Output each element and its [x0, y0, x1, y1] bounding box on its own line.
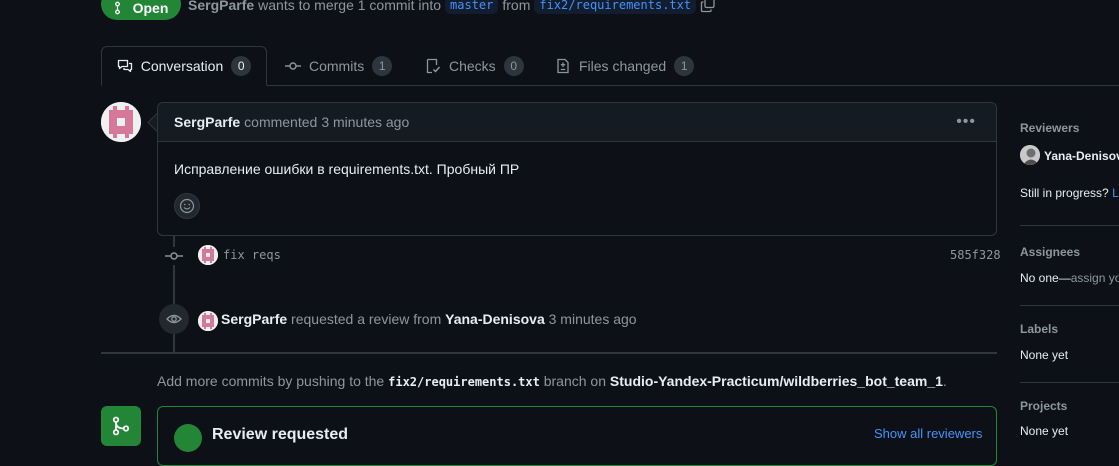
- sidebar-divider: [1020, 225, 1119, 226]
- head-branch[interactable]: fix2/requirements.txt: [534, 0, 697, 14]
- git-commit-icon: [285, 62, 301, 70]
- still-in-progress: Still in progress? Le: [1020, 186, 1119, 200]
- git-merge-icon: [112, 416, 130, 436]
- file-diff-icon: [557, 58, 569, 74]
- merge-status-icon: [101, 406, 141, 446]
- tab-checks-count: 0: [503, 56, 524, 76]
- identicon-image: [198, 245, 218, 265]
- comment-box: SergParfe commented 3 minutes ago ••• Ис…: [157, 102, 997, 236]
- labels-heading[interactable]: Labels: [1020, 322, 1058, 336]
- assign-yourself-link[interactable]: assign yo: [1071, 271, 1119, 285]
- comment-author-link[interactable]: SergParfe: [174, 114, 240, 130]
- comment-options-icon[interactable]: •••: [956, 113, 976, 131]
- reviewer-avatar[interactable]: [1020, 145, 1040, 165]
- comment-action: commented: [244, 114, 318, 130]
- push-hint-branch: fix2/requirements.txt: [388, 375, 540, 389]
- assignees-none: No one—: [1020, 271, 1071, 285]
- review-status-icon: [174, 424, 202, 452]
- tab-conversation-label: Conversation: [140, 58, 224, 74]
- comment-time[interactable]: 3 minutes ago: [321, 114, 409, 130]
- pr-author-link[interactable]: SergParfe: [188, 0, 254, 13]
- sidebar-divider: [1020, 305, 1119, 306]
- tab-commits-count: 1: [372, 56, 393, 76]
- comment-header: SergParfe commented 3 minutes ago: [158, 103, 996, 142]
- comment-body: Исправление ошибки в requirements.txt. П…: [174, 161, 520, 177]
- pr-state-badge: Open: [101, 0, 181, 20]
- checklist-icon: [426, 58, 441, 74]
- tab-conversation[interactable]: Conversation 0: [101, 46, 267, 86]
- comment-author-avatar[interactable]: [101, 102, 141, 142]
- commit-message-link[interactable]: fix reqs: [223, 248, 281, 262]
- copy-icon[interactable]: [700, 0, 716, 13]
- review-request-event: SergParfe requested a review from Yana-D…: [221, 311, 637, 327]
- review-requested-badge: [159, 304, 189, 334]
- comment-discussion-icon: [117, 59, 132, 73]
- push-hint-suffix: .: [942, 373, 947, 389]
- tab-commits[interactable]: Commits 1: [285, 46, 393, 86]
- git-commit-icon: [165, 247, 183, 265]
- push-hint-prefix: Add more commits by pushing to the: [157, 373, 385, 389]
- repo-link[interactable]: Studio-Yandex-Practicum/wildberries_bot_…: [610, 373, 943, 389]
- push-hint: Add more commits by pushing to the fix2/…: [157, 373, 947, 389]
- commit-author-avatar[interactable]: [198, 245, 218, 265]
- commit-sha-link[interactable]: 585f328: [950, 248, 1001, 262]
- tab-files-changed[interactable]: Files changed 1: [555, 46, 695, 86]
- pr-state-label: Open: [132, 0, 169, 16]
- review-event-text: requested a review from: [291, 311, 442, 327]
- reviewers-heading[interactable]: Reviewers: [1020, 121, 1079, 135]
- identicon-image: [101, 102, 141, 142]
- tab-files-changed-count: 1: [674, 56, 695, 76]
- push-hint-middle: branch on: [543, 373, 607, 389]
- assignees-value: No one—assign yo: [1020, 271, 1119, 285]
- assignees-heading[interactable]: Assignees: [1020, 245, 1080, 259]
- merge-summary: SergParfe wants to merge 1 commit into m…: [188, 0, 716, 14]
- eye-icon: [166, 314, 182, 324]
- projects-heading[interactable]: Projects: [1020, 399, 1067, 413]
- reviewer-link[interactable]: Yana-Denisova: [445, 311, 545, 327]
- add-reaction-button[interactable]: [174, 193, 200, 219]
- tab-commits-label: Commits: [309, 58, 365, 74]
- merge-text: wants to merge 1 commit into: [258, 0, 442, 13]
- review-actor-link[interactable]: SergParfe: [221, 311, 287, 327]
- smiley-icon: [179, 198, 195, 214]
- base-branch[interactable]: master: [445, 0, 499, 14]
- still-in-progress-text: Still in progress?: [1020, 186, 1109, 200]
- review-event-time[interactable]: 3 minutes ago: [549, 311, 637, 327]
- reviewer-photo: [1020, 145, 1040, 165]
- tab-checks-label: Checks: [449, 58, 496, 74]
- sidebar-reviewer-name[interactable]: Yana-Denisova: [1044, 149, 1119, 163]
- tab-conversation-count: 0: [231, 56, 252, 76]
- from-text: from: [502, 0, 531, 13]
- learn-more-link[interactable]: Le: [1112, 186, 1119, 200]
- merge-box-title: Review requested: [212, 426, 349, 443]
- git-pull-request-icon: [114, 1, 120, 15]
- projects-value: None yet: [1020, 424, 1069, 438]
- sidebar-divider: [1020, 382, 1119, 383]
- tab-checks[interactable]: Checks 0: [425, 46, 524, 86]
- identicon-image: [198, 311, 218, 331]
- tab-files-changed-label: Files changed: [579, 58, 667, 74]
- review-actor-avatar[interactable]: [198, 311, 218, 331]
- show-all-reviewers-link[interactable]: Show all reviewers: [874, 426, 982, 441]
- labels-value: None yet: [1020, 348, 1069, 362]
- timeline-separator: [101, 352, 997, 354]
